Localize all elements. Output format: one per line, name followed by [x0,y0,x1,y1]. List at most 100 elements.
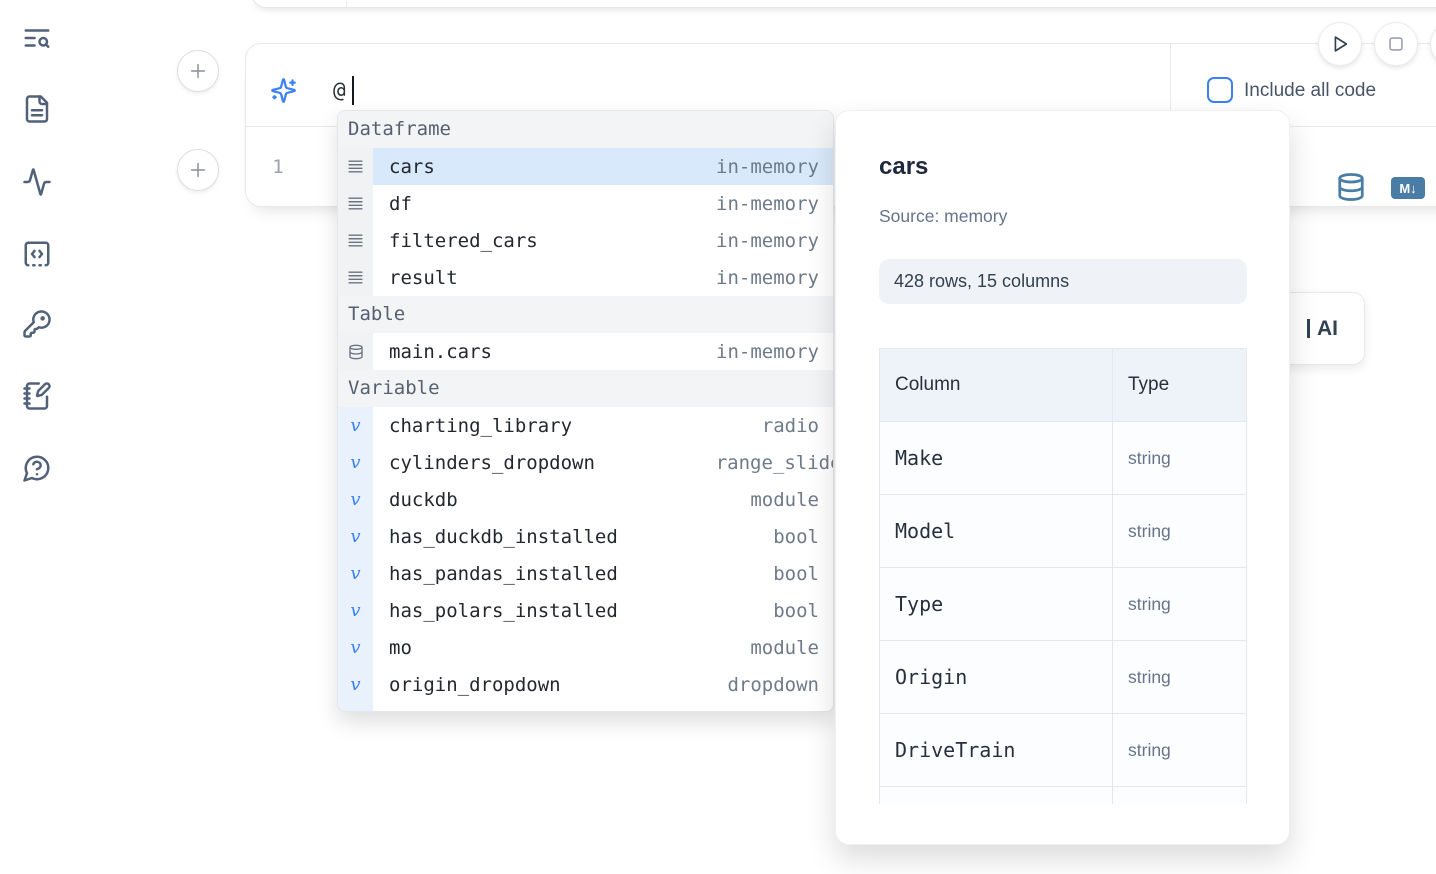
marimo-notebook: { "colors": { "accent_blue": "#3b82f6", … [0,0,1436,874]
sql-cell-button[interactable] [1335,171,1367,203]
stop-icon [1385,33,1407,55]
item-name: has_pandas_installed [389,563,618,585]
add-cell-button-top[interactable] [177,50,219,92]
item-type: module [750,637,833,659]
sidebar [0,0,72,874]
stop-button[interactable] [1374,22,1418,66]
markdown-cell-button[interactable]: M↓ [1391,177,1425,199]
item-name: main.cars [389,341,492,363]
item-content: filtered_carsin-memory [373,222,833,259]
rows-icon [347,195,364,212]
autocomplete-item-cars[interactable]: cars in-memory [338,148,833,185]
item-content: has_polars_installed bool [373,592,833,629]
item-type: bool [773,600,833,622]
activity-icon [22,167,52,197]
item-content: cars in-memory [373,148,833,185]
sidebar-item-scratchpad[interactable] [20,379,54,413]
item-type: in-memory [716,193,833,215]
autocomplete-item-has_polars_installed[interactable]: v has_polars_installed bool [338,592,833,629]
schema-column-name: Model [880,495,1113,568]
snippets-code-icon [22,239,52,269]
line-number: 1 [267,156,289,178]
autocomplete-item-pd[interactable]: vpdmodule [338,703,833,712]
variable-icon: v [350,454,360,472]
text-search-icon [22,23,52,53]
autocomplete-item-filtered_cars[interactable]: filtered_carsin-memory [338,222,833,259]
rows-icon [347,269,364,286]
item-name: df [389,193,412,215]
item-name: has_duckdb_installed [389,526,618,548]
run-cell-button[interactable] [1318,22,1362,66]
variable-icon: v [350,639,360,657]
sidebar-item-search[interactable] [20,21,54,55]
variable-icon: v [350,565,360,583]
schema-column-type: string [1113,495,1247,568]
variable-icon: v [350,602,360,620]
item-name: charting_library [389,415,572,437]
include-all-code-label: Include all code [1244,80,1376,102]
schema-row: Makestring [880,422,1247,495]
autocomplete-item-has_pandas_installed[interactable]: vhas_pandas_installedbool [338,555,833,592]
item-type: bool [773,526,833,548]
autocomplete-item-mo[interactable]: v mo module [338,629,833,666]
variable-icon: v [350,528,360,546]
item-name: filtered_cars [389,230,538,252]
sidebar-item-snippets[interactable] [20,237,54,271]
text-cursor [352,76,354,105]
item-name: has_polars_installed [389,600,618,622]
dropdown-section-table: Table [338,296,833,333]
item-name: mo [389,637,412,659]
plus-icon [187,60,209,82]
item-gutter [338,259,373,296]
item-gutter: v [338,481,373,518]
item-content: mo module [373,629,833,666]
autocomplete-item-cylinders_dropdown[interactable]: vcylinders_dropdownrange_slider [338,444,833,481]
item-type: radio [762,415,833,437]
schema-column-name: Type [880,568,1113,641]
item-gutter: v [338,592,373,629]
autocomplete-item-duckdb[interactable]: vduckdbmodule [338,481,833,518]
item-gutter: v [338,666,373,703]
schema-row-clipped [880,787,1247,805]
autocomplete-item-charting_library[interactable]: v charting_library radio [338,407,833,444]
panel-source: Source: memory [879,206,1007,227]
autocomplete-item-origin_dropdown[interactable]: vorigin_dropdowndropdown [338,666,833,703]
item-gutter [338,333,373,370]
schema-column-type [1113,787,1247,805]
autocomplete-item-main.cars[interactable]: main.carsin-memory [338,333,833,370]
schema-column-type: string [1113,641,1247,714]
include-all-code-checkbox[interactable] [1207,77,1233,103]
sidebar-item-files[interactable] [20,92,54,126]
schema-column-type: string [1113,714,1247,787]
item-content: origin_dropdowndropdown [373,666,833,703]
item-type: in-memory [716,156,833,178]
item-name: pd [389,711,412,713]
autocomplete-item-has_duckdb_installed[interactable]: v has_duckdb_installed bool [338,518,833,555]
rows-icon [347,232,364,249]
autocomplete-item-df[interactable]: df in-memory [338,185,833,222]
sidebar-item-secrets[interactable] [20,307,54,341]
sidebar-item-help[interactable] [20,451,54,485]
dropdown-section-variable: Variable [338,370,833,407]
dataframe-details-panel: cars Source: memory 428 rows, 15 columns… [835,110,1290,845]
schema-header-type: Type [1113,349,1247,422]
item-gutter: v [338,407,373,444]
autocomplete-item-result[interactable]: resultin-memory [338,259,833,296]
schema-column-name: DriveTrain [880,714,1113,787]
sidebar-item-activity[interactable] [20,165,54,199]
item-content: charting_library radio [373,407,833,444]
item-name: duckdb [389,489,458,511]
markdown-badge: M↓ [1399,181,1416,196]
item-gutter: v [338,518,373,555]
item-content: pdmodule [373,703,833,712]
schema-column-type: string [1113,568,1247,641]
item-content: main.carsin-memory [373,333,833,370]
schema-row: DriveTrainstring [880,714,1247,787]
help-circle-icon [22,453,52,483]
clipped-letter-fragment [1307,319,1310,338]
add-cell-button-bottom[interactable] [177,149,219,191]
item-gutter: v [338,703,373,712]
item-name: cars [389,156,435,178]
item-content: duckdbmodule [373,481,833,518]
ai-prompt-input[interactable]: @ [333,78,346,102]
